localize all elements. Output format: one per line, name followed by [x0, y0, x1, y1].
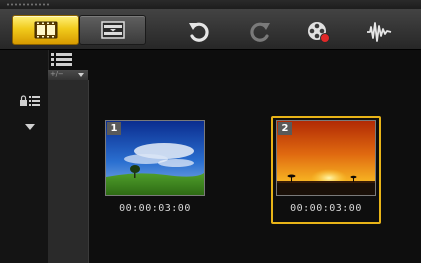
expand-arrow-icon[interactable] — [25, 124, 35, 130]
clip-number: 2 — [278, 122, 292, 135]
redo-button[interactable] — [247, 19, 273, 45]
undo-icon — [189, 22, 209, 42]
left-panel — [0, 50, 72, 263]
side-strip — [48, 80, 89, 263]
clip-thumbnail-2[interactable]: 2 — [276, 120, 376, 196]
undo-button[interactable] — [186, 19, 212, 45]
timeline-icon — [101, 21, 125, 39]
sound-mixer-button[interactable] — [366, 19, 392, 45]
add-remove-label: +/− — [50, 70, 64, 78]
record-capture-icon — [308, 22, 330, 43]
audio-waveform-icon — [367, 22, 392, 42]
clip-number: 1 — [107, 122, 121, 135]
redo-icon — [250, 22, 270, 42]
panel-grip[interactable] — [0, 0, 421, 9]
lock-tracks-icon[interactable] — [19, 95, 41, 107]
film-strip-icon — [34, 21, 58, 39]
clip-thumbnail-1[interactable]: 1 — [105, 120, 205, 196]
record-capture-button[interactable] — [306, 19, 332, 45]
storyboard-view-button[interactable] — [12, 15, 79, 45]
clip-timecode: 00:00:03:00 — [119, 203, 191, 214]
timeline-view-button[interactable] — [79, 15, 146, 45]
list-view-icon[interactable] — [51, 52, 73, 68]
toolbar — [0, 9, 421, 50]
chevron-down-icon — [78, 73, 84, 77]
clip-timecode: 00:00:03:00 — [290, 203, 362, 214]
